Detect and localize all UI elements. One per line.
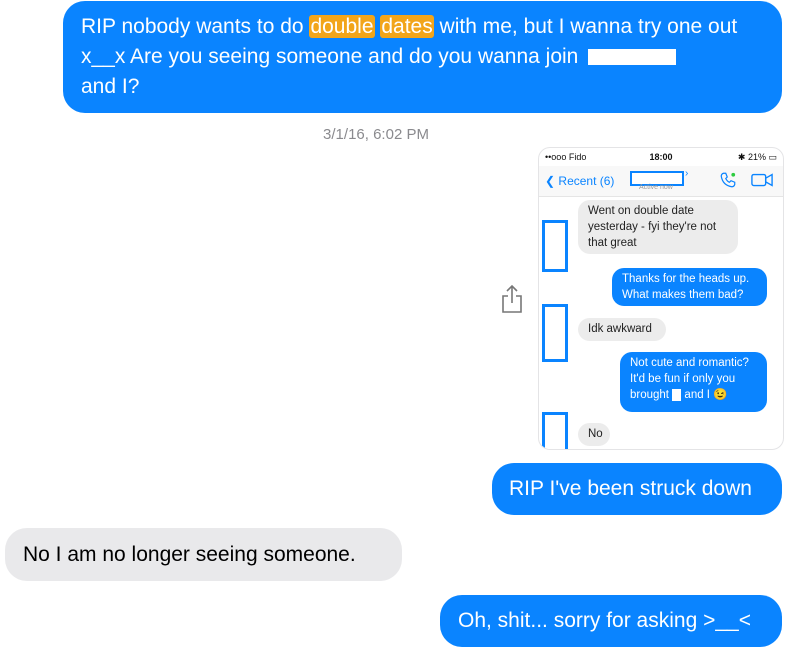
highlighted-word: double: [309, 15, 375, 38]
active-status: Active now: [639, 184, 673, 191]
redaction-box: [588, 49, 677, 66]
outgoing-message[interactable]: Oh, shit... sorry for asking >__<: [440, 595, 782, 647]
phone-icon: [720, 172, 736, 188]
share-icon[interactable]: [500, 284, 524, 314]
highlighted-word: dates: [380, 15, 434, 38]
incoming-message[interactable]: No I am no longer seeing someone.: [5, 528, 402, 581]
nav-bar: ❮ Recent (6) › Active now: [539, 166, 783, 197]
battery-label: ✱ 21% ▭: [737, 152, 777, 162]
message-text: and I: [684, 389, 710, 401]
back-button: ❮ Recent (6): [545, 174, 614, 188]
screenshot-incoming-message: Idk awkward: [578, 318, 666, 341]
outgoing-message[interactable]: RIP I've been struck down: [492, 463, 782, 515]
avatar-redacted: [542, 304, 568, 362]
wink-emoji-icon: 😉: [713, 389, 728, 401]
video-icon: [751, 173, 773, 187]
chevron-right-icon: ›: [685, 168, 689, 179]
message-text: RIP nobody wants to do: [81, 15, 310, 38]
screenshot-outgoing-message: Thanks for the heads up. What makes them…: [612, 268, 767, 306]
screenshot-incoming-message: No: [578, 423, 610, 446]
timestamp: 3/1/16, 6:02 PM: [323, 126, 429, 143]
screenshot-outgoing-message: Not cute and romantic? It'd be fun if on…: [620, 352, 767, 412]
outgoing-message[interactable]: RIP nobody wants to do double dates with…: [63, 1, 782, 113]
battery-percent: 21%: [747, 152, 766, 162]
chevron-left-icon: ❮: [545, 174, 556, 188]
avatar-redacted: [542, 412, 568, 449]
avatar-redacted: [542, 220, 568, 272]
redaction-box: [672, 388, 682, 401]
message-text: and I?: [81, 75, 140, 98]
back-label: Recent (6): [558, 174, 615, 188]
screenshot-incoming-message: Went on double date yesterday - fyi they…: [578, 200, 738, 254]
status-bar: ••ooo Fido 18:00 ✱ 21% ▭: [539, 152, 783, 164]
screenshot-attachment[interactable]: ••ooo Fido 18:00 ✱ 21% ▭ ❮ Recent (6) › …: [538, 147, 784, 450]
